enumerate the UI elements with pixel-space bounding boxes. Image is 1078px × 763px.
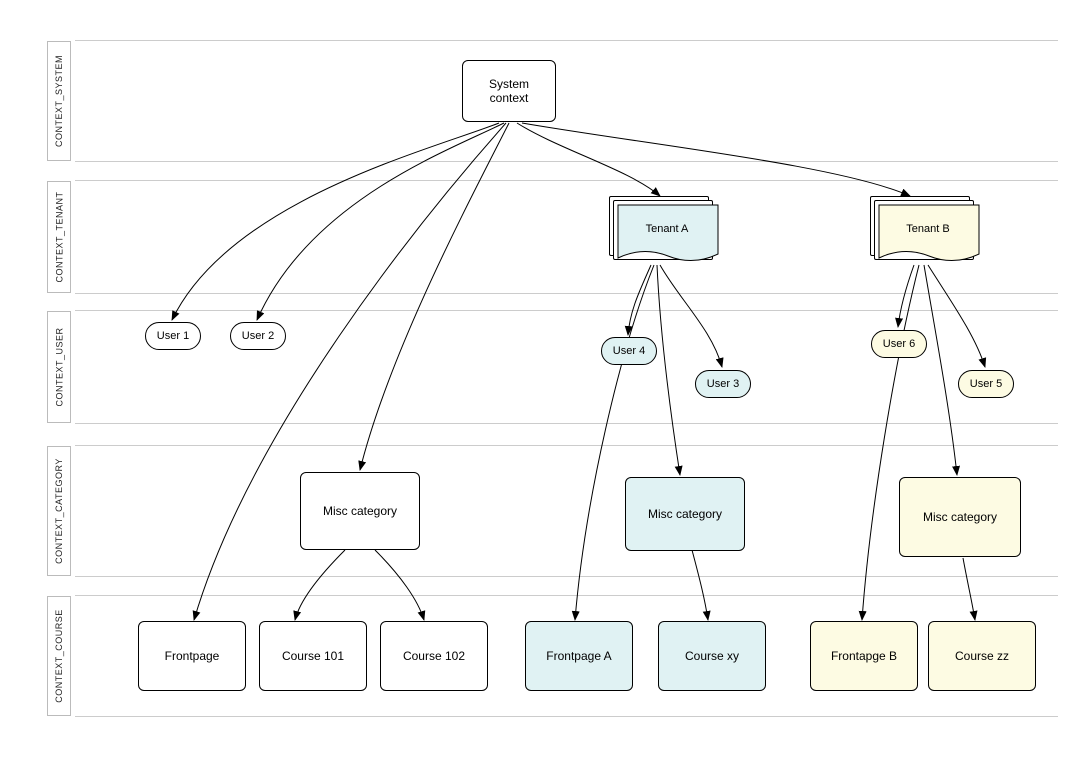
lane-system: CONTEXT_SYSTEM [75,40,1058,162]
node-label: Tenant A [646,223,689,235]
node-label: Misc category [323,504,397,518]
node-label: Course 101 [282,649,344,663]
node-frontpage: Frontpage [138,621,246,691]
node-label: Course xy [685,649,739,663]
node-label: System context [489,77,529,105]
node-frontpage-a: Frontpage A [525,621,633,691]
node-label: Frontapge B [831,649,897,663]
node-label: Course zz [955,649,1009,663]
node-label: Frontpage A [546,649,611,663]
node-user-1: User 1 [145,322,201,350]
node-label: Course 102 [403,649,465,663]
node-user-3: User 3 [695,370,751,398]
diagram-stage: CONTEXT_SYSTEM CONTEXT_TENANT CONTEXT_US… [0,0,1078,763]
node-label: User 2 [242,330,274,342]
node-tenant-a-label: Tenant A [617,204,717,254]
node-tenant-b-label: Tenant B [878,204,978,254]
node-label: Misc category [648,507,722,521]
node-label: User 6 [883,338,915,350]
node-misc-b: Misc category [899,477,1021,557]
node-misc-a: Misc category [625,477,745,551]
node-user-5: User 5 [958,370,1014,398]
node-label: Frontpage [165,649,220,663]
lane-label-category: CONTEXT_CATEGORY [47,446,71,576]
node-label: Tenant B [906,223,949,235]
lane-label-course: CONTEXT_COURSE [47,596,71,716]
node-label: User 3 [707,378,739,390]
node-label: User 5 [970,378,1002,390]
node-course-xy: Course xy [658,621,766,691]
node-system-context: System context [462,60,556,122]
node-label: User 4 [613,345,645,357]
lane-label-tenant: CONTEXT_TENANT [47,181,71,293]
node-user-4: User 4 [601,337,657,365]
node-course-101: Course 101 [259,621,367,691]
lane-label-user: CONTEXT_USER [47,311,71,423]
lane-label-system: CONTEXT_SYSTEM [47,41,71,161]
node-label: Misc category [923,510,997,524]
node-frontpage-b: Frontapge B [810,621,918,691]
node-label: User 1 [157,330,189,342]
lane-user: CONTEXT_USER [75,310,1058,424]
node-course-102: Course 102 [380,621,488,691]
node-user-6: User 6 [871,330,927,358]
node-misc-sys: Misc category [300,472,420,550]
node-course-zz: Course zz [928,621,1036,691]
node-user-2: User 2 [230,322,286,350]
